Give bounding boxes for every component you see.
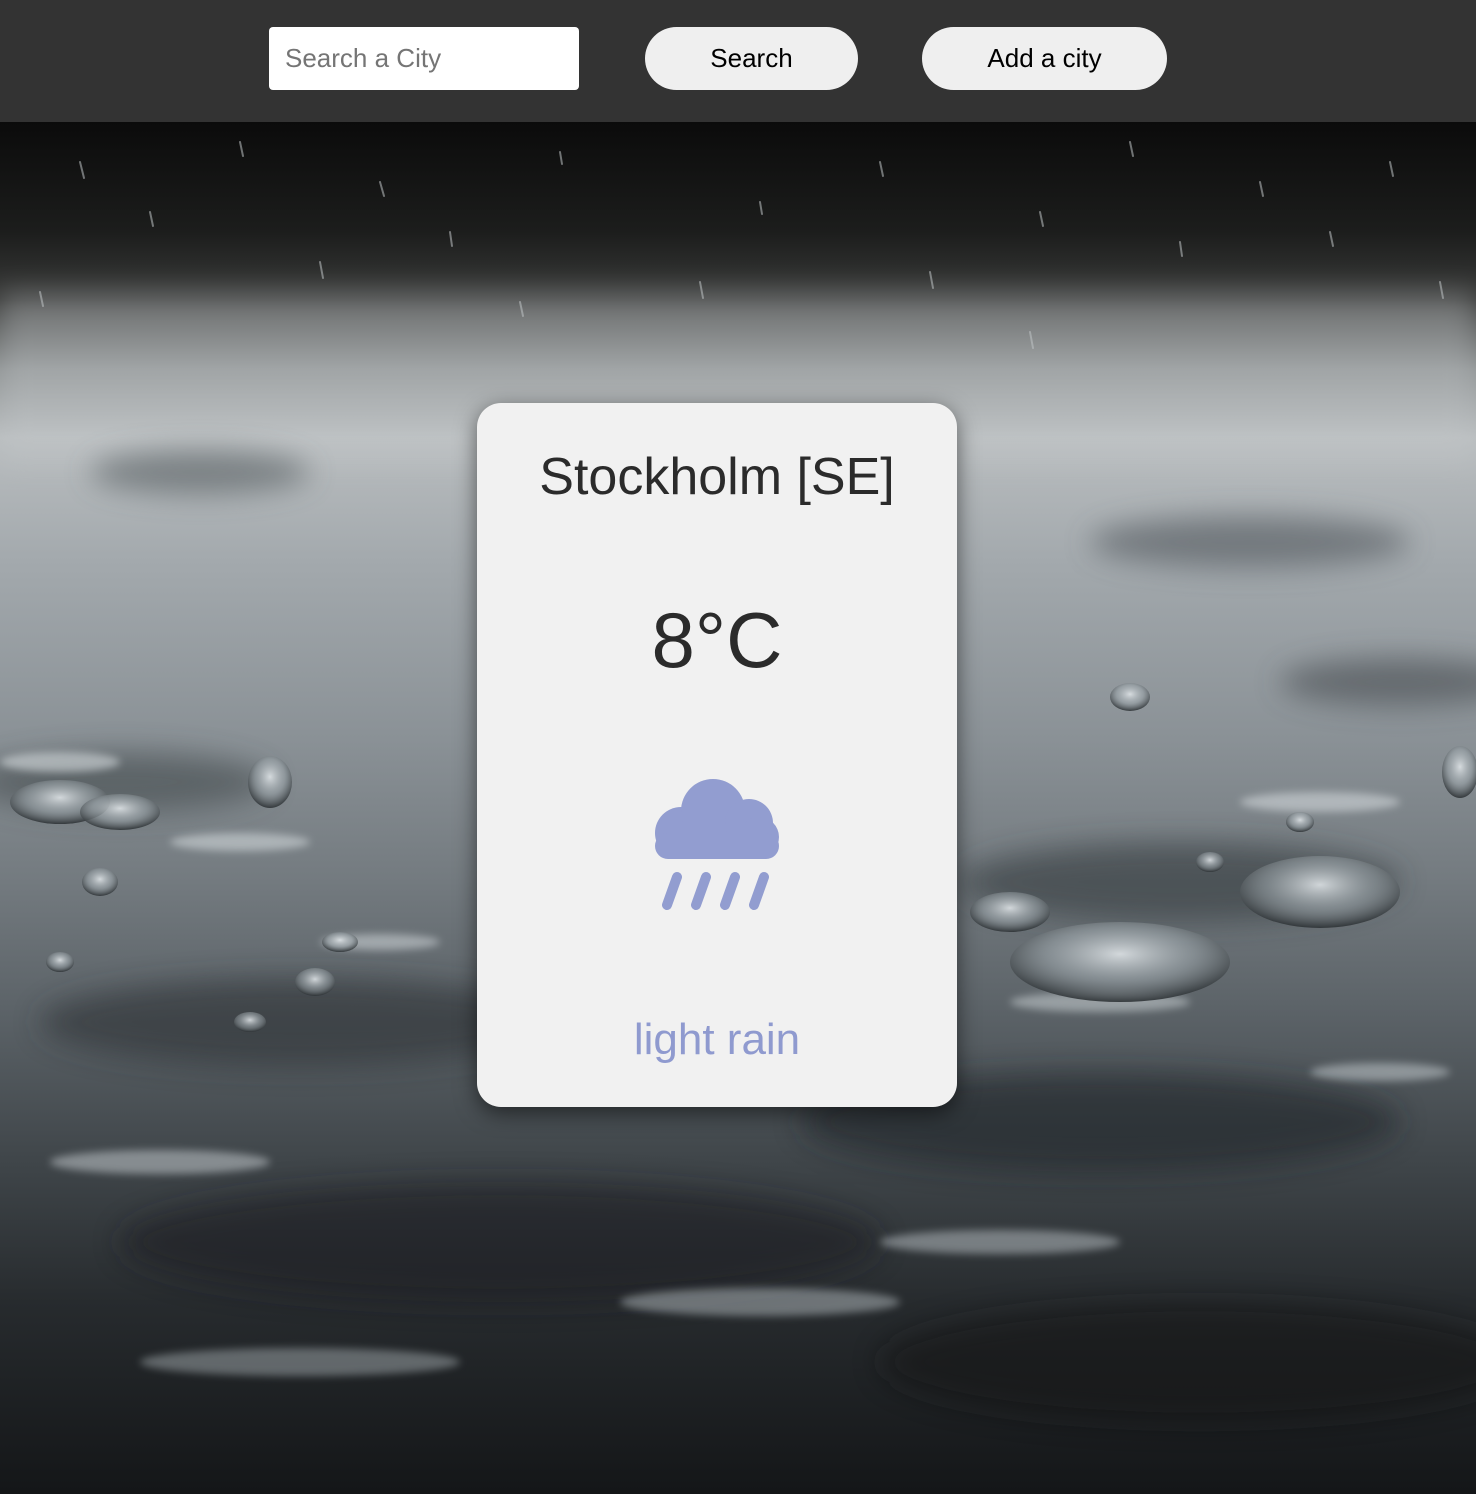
temperature-value: 8°C	[651, 596, 783, 684]
weather-description: light rain	[633, 1015, 801, 1064]
top-navigation-bar: Search Add a city	[0, 0, 1476, 122]
city-search-input[interactable]	[269, 27, 579, 90]
rain-cloud-icon	[655, 779, 779, 910]
add-city-button[interactable]: Add a city	[922, 27, 1167, 90]
city-name: Stockholm [SE]	[539, 448, 895, 506]
weather-card: Stockholm [SE] 8°C light rain	[477, 403, 957, 1107]
weather-app: Search Add a city	[0, 0, 1476, 1494]
search-button[interactable]: Search	[645, 27, 858, 90]
cloud-shape	[655, 779, 779, 859]
rain-drops	[662, 872, 769, 910]
